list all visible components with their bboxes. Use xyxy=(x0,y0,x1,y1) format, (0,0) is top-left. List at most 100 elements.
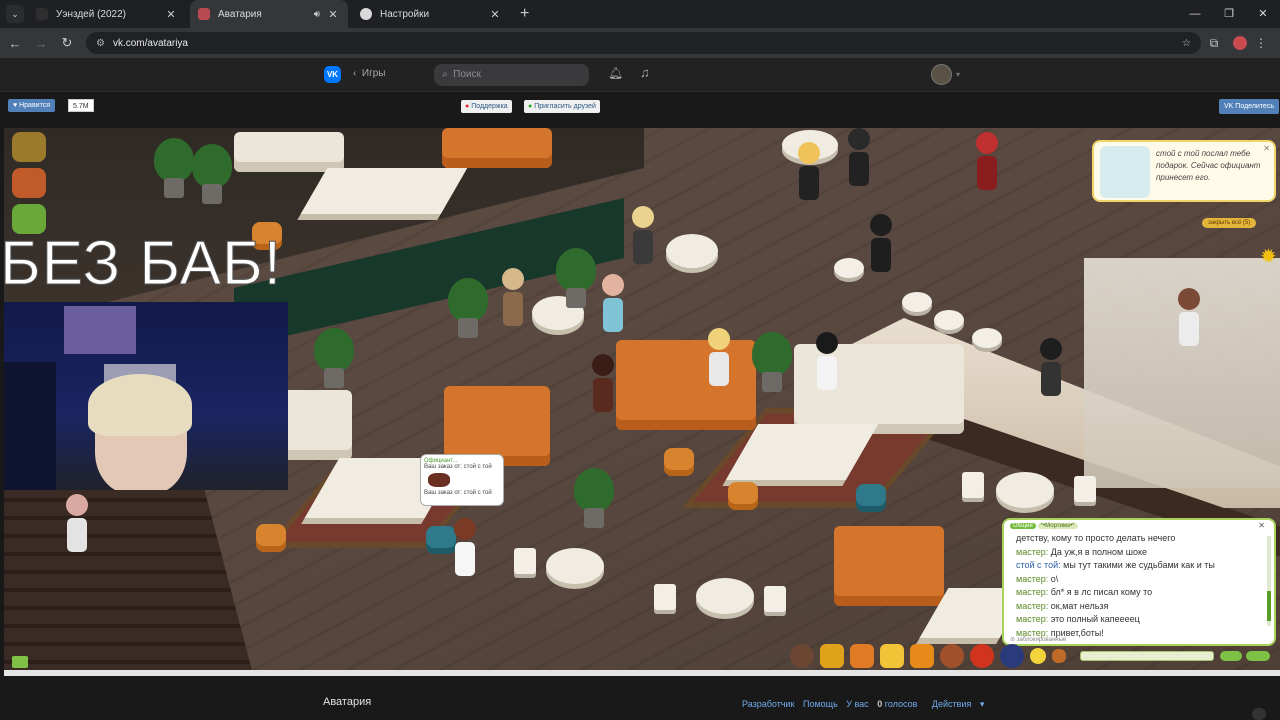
chair[interactable] xyxy=(962,472,984,498)
tab-avatariya[interactable]: Аватария 🔊︎ ✕ xyxy=(190,0,348,28)
bar-stool[interactable] xyxy=(834,258,864,278)
player-avatar[interactable] xyxy=(630,206,656,264)
orange-pouf[interactable] xyxy=(256,524,286,552)
chair[interactable] xyxy=(514,548,536,574)
vip-icon[interactable] xyxy=(12,132,46,162)
help-link[interactable]: Помощь xyxy=(803,699,838,709)
blue-pouf[interactable] xyxy=(856,484,886,512)
tab-close-icon[interactable]: ✕ xyxy=(488,8,502,21)
close-all-button[interactable]: закрыть всё (5) xyxy=(1202,218,1257,228)
player-avatar[interactable] xyxy=(868,214,894,272)
chevron-down-icon[interactable]: ▾ xyxy=(956,70,960,79)
close-window-icon[interactable]: ✕ xyxy=(1246,0,1280,28)
chat-scrollbar[interactable] xyxy=(1267,536,1271,626)
player-avatar[interactable] xyxy=(64,494,90,552)
game-canvas[interactable]: БЕЗ БАБ! стой с той послал тебе подарок.… xyxy=(4,128,1280,670)
coin-icon[interactable] xyxy=(970,644,994,668)
music-icon[interactable]: ♫ xyxy=(640,65,650,80)
developer-link[interactable]: Разработчик xyxy=(742,699,794,709)
orange-sofa[interactable] xyxy=(616,340,756,430)
new-tab-button[interactable]: + xyxy=(520,5,529,23)
bar-stool[interactable] xyxy=(934,310,964,330)
orange-pouf[interactable] xyxy=(664,448,694,476)
chat-toggle-button[interactable] xyxy=(1246,651,1270,661)
tab-search-dropdown-icon[interactable]: ⌄ xyxy=(6,5,24,23)
orange-pouf[interactable] xyxy=(728,482,758,510)
actions-menu[interactable]: Действия ▾ xyxy=(932,699,984,709)
bar-stool[interactable] xyxy=(972,328,1002,348)
smiley-icon[interactable] xyxy=(1030,648,1046,664)
chair[interactable] xyxy=(764,586,786,612)
like-button[interactable]: ♥ Нравится xyxy=(8,99,55,112)
speaker-icon[interactable]: 🔊︎ xyxy=(314,9,320,20)
shop-icon[interactable] xyxy=(850,644,874,668)
support-button[interactable]: ● Поддержка xyxy=(461,100,512,113)
reload-icon[interactable]: ↻ xyxy=(54,35,80,51)
waiter-npc[interactable] xyxy=(1176,288,1202,346)
maximize-icon[interactable]: ❐ xyxy=(1212,0,1246,28)
url-input[interactable]: ⚙︎ vk.com/avatariya ☆ xyxy=(86,32,1201,54)
extensions-icon[interactable]: ⧉ xyxy=(1201,36,1227,51)
tab-close-icon[interactable]: ✕ xyxy=(326,8,340,21)
chat-bubble-icon[interactable] xyxy=(1252,708,1266,720)
profile-icon[interactable] xyxy=(790,644,814,668)
chat-tab-general[interactable]: Общий xyxy=(1010,523,1036,529)
chat-author[interactable]: мастер: xyxy=(1016,614,1048,624)
menu-icon[interactable]: ⋮ xyxy=(1253,36,1269,50)
chat-tab-other[interactable]: *•Мортимэ•* xyxy=(1037,523,1078,529)
house-icon[interactable] xyxy=(12,168,46,198)
player-avatar[interactable] xyxy=(796,142,822,200)
round-table[interactable] xyxy=(996,472,1054,508)
round-table[interactable] xyxy=(546,548,604,584)
chair[interactable] xyxy=(654,584,676,610)
chair[interactable] xyxy=(1074,476,1096,502)
site-info-icon[interactable]: ⚙︎ xyxy=(96,38,105,49)
chat-author[interactable]: мастер: xyxy=(1016,587,1048,597)
tab-wednesday[interactable]: Уэнздей (2022) ✕ xyxy=(28,0,186,28)
round-table[interactable] xyxy=(666,234,718,268)
player-avatar[interactable] xyxy=(846,128,872,186)
table[interactable] xyxy=(300,168,468,214)
box-icon[interactable] xyxy=(880,644,904,668)
chat-author[interactable]: мастер: xyxy=(1016,547,1048,557)
player-avatar[interactable] xyxy=(500,268,526,326)
chat-author[interactable]: мастер: xyxy=(1016,601,1048,611)
brush-icon[interactable] xyxy=(1052,649,1066,663)
player-avatar[interactable] xyxy=(814,332,840,390)
vk-search-input[interactable]: ⌕ Поиск xyxy=(434,64,589,86)
tab-close-icon[interactable]: ✕ xyxy=(164,8,178,21)
orange-armchair[interactable] xyxy=(834,526,944,606)
back-icon[interactable]: ← xyxy=(2,36,28,51)
chat-input[interactable] xyxy=(1080,651,1214,661)
minimize-icon[interactable]: — xyxy=(1178,0,1212,28)
friends-icon[interactable] xyxy=(940,644,964,668)
player-avatar[interactable] xyxy=(590,354,616,412)
notifications-bell-icon[interactable]: 🔔︎ xyxy=(608,66,623,80)
invite-friends-button[interactable]: ● Пригласить друзей xyxy=(524,100,600,113)
settings-sun-icon[interactable]: ✹ xyxy=(1260,244,1277,269)
white-sofa[interactable] xyxy=(234,132,344,172)
forward-icon[interactable]: → xyxy=(28,36,54,51)
send-button[interactable] xyxy=(1220,651,1242,661)
player-avatar[interactable] xyxy=(600,274,626,332)
games-back-link[interactable]: ‹ Игры xyxy=(353,68,385,79)
player-avatar[interactable] xyxy=(1038,338,1064,396)
bag-icon[interactable] xyxy=(820,644,844,668)
waiter-npc[interactable] xyxy=(452,518,478,576)
fullscreen-icon[interactable] xyxy=(12,656,28,668)
share-button[interactable]: VK Поделитесь xyxy=(1219,99,1279,114)
bookmark-star-icon[interactable]: ☆ xyxy=(1182,38,1191,49)
tab-settings[interactable]: Настройки ✕ xyxy=(352,0,510,28)
close-icon[interactable]: ✕ xyxy=(1255,521,1268,530)
bar-stool[interactable] xyxy=(902,292,932,312)
player-avatar[interactable] xyxy=(974,132,1000,190)
orange-sofa[interactable] xyxy=(442,128,552,168)
gift-box-icon[interactable] xyxy=(910,644,934,668)
vk-logo[interactable]: VK xyxy=(324,66,341,83)
shield-icon[interactable] xyxy=(1000,644,1024,668)
user-avatar[interactable] xyxy=(931,64,952,85)
chat-author[interactable]: мастер: xyxy=(1016,574,1048,584)
profile-avatar-icon[interactable] xyxy=(1233,36,1247,50)
close-icon[interactable]: ✕ xyxy=(1263,144,1270,153)
round-table[interactable] xyxy=(696,578,754,614)
